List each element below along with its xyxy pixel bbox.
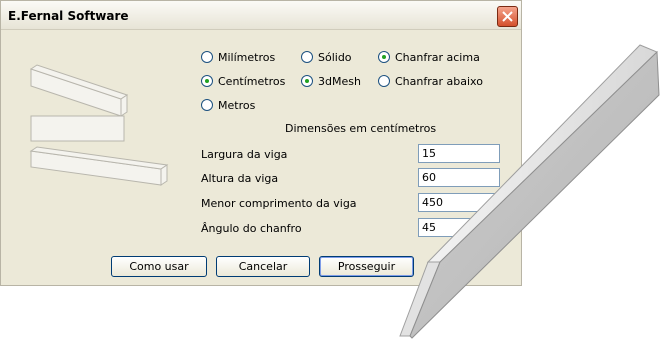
beam-top-face (426, 44, 658, 263)
beam-3d-graphic (399, 44, 660, 339)
beam-side-face (409, 50, 660, 339)
